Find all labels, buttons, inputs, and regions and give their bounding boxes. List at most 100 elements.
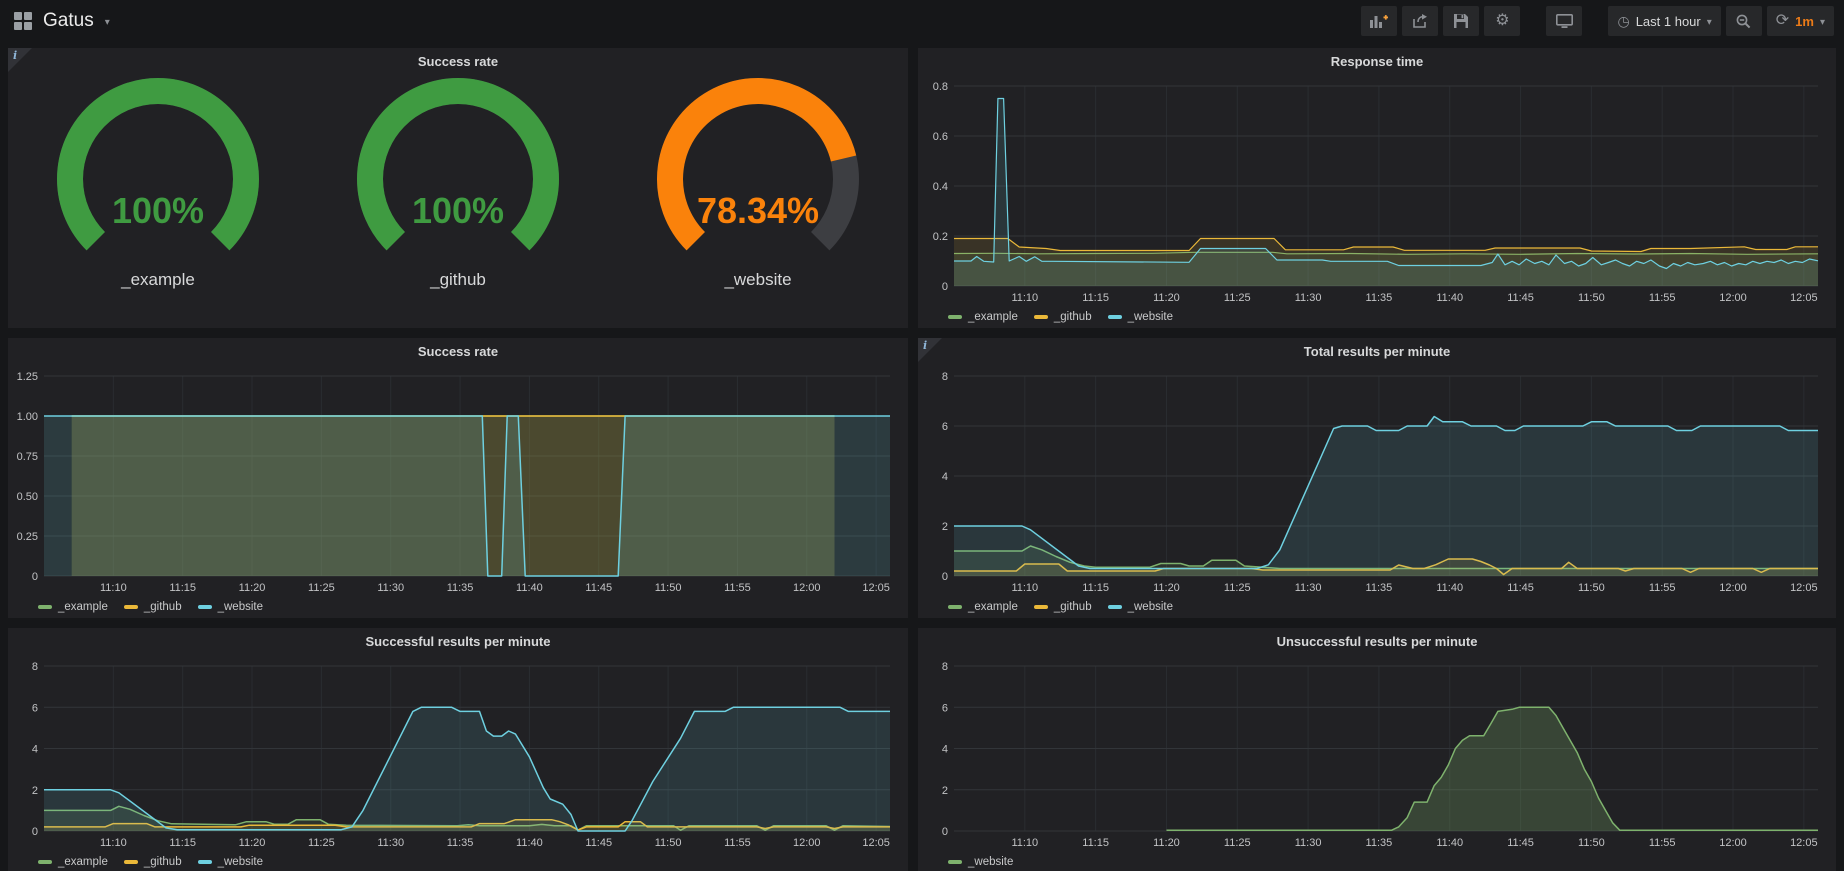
svg-text:4: 4 (32, 744, 38, 756)
legend-label: _example (968, 601, 1018, 613)
svg-text:12:05: 12:05 (1790, 837, 1818, 849)
svg-text:11:10: 11:10 (1011, 292, 1038, 304)
refresh-button[interactable]: ⟳ 1m ▾ (1767, 6, 1834, 36)
legend-label: _website (1128, 311, 1173, 323)
legend-label: _website (1128, 601, 1173, 613)
legend-swatch (198, 860, 212, 864)
svg-text:6: 6 (32, 702, 38, 714)
legend-item-_github[interactable]: _github (124, 601, 182, 613)
svg-text:11:25: 11:25 (308, 837, 335, 849)
svg-text:11:20: 11:20 (1153, 292, 1180, 304)
total-results-chart[interactable]: 11:1011:1511:2011:2511:3011:3511:4011:45… (918, 364, 1836, 596)
legend-item-_website[interactable]: _website (1108, 311, 1173, 323)
svg-text:2: 2 (942, 521, 948, 533)
panel-success-rate-ts: Success rate 11:1011:1511:2011:2511:3011… (8, 338, 908, 618)
svg-text:0.25: 0.25 (17, 531, 38, 543)
dashboard-grid-icon[interactable] (14, 12, 32, 30)
svg-text:11:20: 11:20 (1153, 582, 1180, 594)
panel-info-corner[interactable]: i (918, 338, 942, 362)
bar-chart-plus-icon (1370, 14, 1388, 28)
monitor-icon (1556, 14, 1573, 28)
successful-results-legend: _example _github _website (8, 851, 908, 871)
legend-swatch (198, 605, 212, 609)
successful-results-chart[interactable]: 11:1011:1511:2011:2511:3011:3511:4011:45… (8, 654, 908, 851)
legend-item-_example[interactable]: _example (948, 601, 1018, 613)
svg-text:11:10: 11:10 (1011, 582, 1038, 594)
unsuccessful-results-chart[interactable]: 11:1011:1511:2011:2511:3011:3511:4011:45… (918, 654, 1836, 851)
svg-text:11:15: 11:15 (169, 837, 196, 849)
svg-text:4: 4 (942, 744, 948, 756)
svg-text:8: 8 (942, 661, 948, 673)
svg-text:11:25: 11:25 (1224, 837, 1251, 849)
add-panel-button[interactable] (1361, 6, 1397, 36)
panel-unsuccessful-results: Unsuccessful results per minute 11:10 11:… (918, 628, 1836, 871)
unsuccessful-results-legend: _website (918, 851, 1836, 871)
zoom-out-button[interactable] (1726, 6, 1762, 36)
svg-text:0.75: 0.75 (17, 451, 38, 463)
svg-text:11:45: 11:45 (585, 837, 612, 849)
panel-title-response-time[interactable]: Response time (918, 48, 1836, 74)
svg-text:8: 8 (32, 661, 38, 673)
legend-label: _example (968, 311, 1018, 323)
legend-item-_website[interactable]: _website (1108, 601, 1173, 613)
legend-item-_example[interactable]: _example (38, 856, 108, 868)
legend-item-_website[interactable]: _website (948, 856, 1013, 868)
svg-text:11:55: 11:55 (1649, 837, 1676, 849)
panel-info-corner[interactable]: i (8, 48, 32, 72)
svg-text:11:15: 11:15 (1082, 582, 1109, 594)
svg-text:11:50: 11:50 (1578, 837, 1605, 849)
interval-caret-icon: ▾ (1820, 14, 1825, 28)
navbar: Gatus ▾ (0, 0, 1844, 42)
dashboard-title[interactable]: Gatus (43, 10, 94, 32)
legend-item-_example[interactable]: _example (948, 311, 1018, 323)
svg-text:0: 0 (942, 281, 948, 293)
legend-item-_website[interactable]: _website (198, 601, 263, 613)
legend-swatch (124, 860, 138, 864)
legend-item-_github[interactable]: _github (1034, 311, 1092, 323)
panel-title-success-rate-gauges[interactable]: Success rate (8, 48, 908, 74)
legend-item-_github[interactable]: _github (124, 856, 182, 868)
svg-text:11:45: 11:45 (585, 582, 612, 594)
dashboard-grid: i Success rate 100%_example100%_github78… (0, 42, 1844, 871)
share-button[interactable] (1402, 6, 1438, 36)
refresh-icon: ⟳ (1776, 13, 1789, 29)
svg-text:11:45: 11:45 (1507, 582, 1534, 594)
info-icon: i (13, 49, 17, 62)
svg-text:11:55: 11:55 (724, 837, 751, 849)
title-caret-icon[interactable]: ▾ (105, 14, 110, 28)
panel-title-unsuccessful-results[interactable]: Unsuccessful results per minute (918, 628, 1836, 654)
legend-label: _website (218, 601, 263, 613)
save-button[interactable] (1443, 6, 1479, 36)
svg-text:11:55: 11:55 (1649, 582, 1676, 594)
svg-text:11:35: 11:35 (1366, 292, 1393, 304)
svg-text:12:05: 12:05 (1790, 292, 1818, 304)
legend-swatch (948, 315, 962, 319)
svg-text:12:00: 12:00 (1719, 582, 1747, 594)
tv-mode-button[interactable] (1546, 6, 1582, 36)
panel-total-results: i Total results per minute 11:10 11:15 11:… (918, 338, 1836, 618)
success-rate-chart[interactable]: 11:1011:1511:2011:2511:3011:3511:4011:45… (8, 364, 908, 596)
svg-text:12:05: 12:05 (862, 582, 890, 594)
legend-item-_example[interactable]: _example (38, 601, 108, 613)
settings-button[interactable]: ⚙ (1484, 6, 1520, 36)
legend-swatch (948, 860, 962, 864)
panel-title-total-results[interactable]: Total results per minute (918, 338, 1836, 364)
svg-text:11:30: 11:30 (1295, 292, 1322, 304)
legend-swatch (1108, 315, 1122, 319)
time-range-label: Last 1 hour (1636, 14, 1701, 29)
gauge-label: _example (121, 270, 195, 290)
response-time-chart[interactable]: 11:1011:1511:2011:2511:3011:3511:4011:45… (918, 74, 1836, 306)
panel-title-success-rate-ts[interactable]: Success rate (8, 338, 908, 364)
svg-text:11:35: 11:35 (447, 837, 474, 849)
svg-text:11:30: 11:30 (1295, 837, 1322, 849)
svg-text:0: 0 (32, 826, 38, 838)
time-range-picker-button[interactable]: ◷ Last 1 hour ▾ (1608, 6, 1720, 36)
legend-item-_github[interactable]: _github (1034, 601, 1092, 613)
legend-item-_website[interactable]: _website (198, 856, 263, 868)
svg-text:11:40: 11:40 (516, 582, 543, 594)
svg-text:11:10: 11:10 (1011, 837, 1038, 849)
svg-text:11:30: 11:30 (377, 837, 404, 849)
panel-title-successful-results[interactable]: Successful results per minute (8, 628, 908, 654)
svg-text:11:15: 11:15 (1082, 837, 1109, 849)
svg-text:11:20: 11:20 (1153, 837, 1180, 849)
